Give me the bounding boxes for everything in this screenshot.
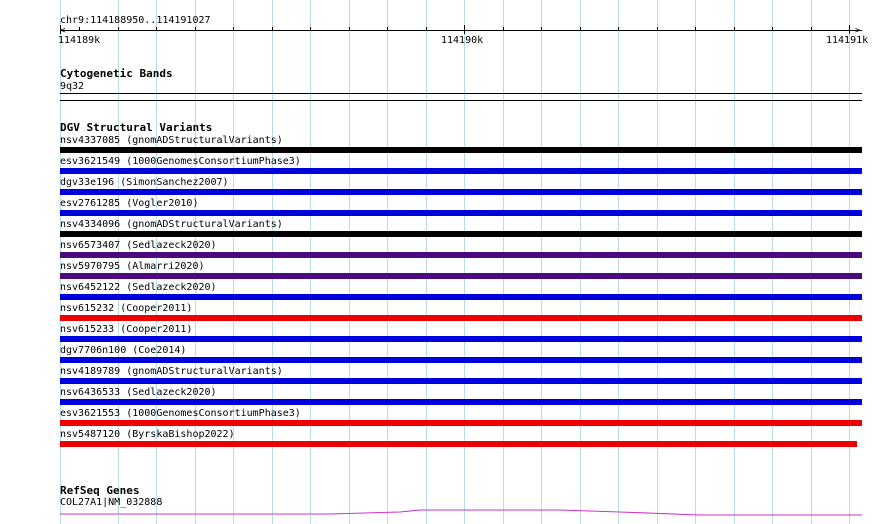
variant-bar[interactable] <box>60 189 862 195</box>
variant-label[interactable]: nsv615233 (Cooper2011) <box>60 324 192 335</box>
ruler-minor-tick <box>272 27 273 31</box>
ruler-major-tick <box>464 25 465 34</box>
variant-label[interactable]: nsv6573407 (Sedlazeck2020) <box>60 240 217 251</box>
variant-label[interactable]: nsv4334096 (gnomADStructuralVariants) <box>60 219 283 230</box>
variant-label[interactable]: nsv4189789 (gnomADStructuralVariants) <box>60 366 283 377</box>
variant-bar[interactable] <box>60 147 862 153</box>
variant-bar[interactable] <box>60 315 862 321</box>
ruler-minor-tick <box>426 27 427 31</box>
ruler-minor-tick <box>233 27 234 31</box>
cytoband-label: 9q32 <box>60 81 85 92</box>
variant-label[interactable]: esv2761285 (Vogler2010) <box>60 198 198 209</box>
variant-label[interactable]: nsv5487120 (ByrskaBishop2022) <box>60 429 235 440</box>
ruler-minor-tick <box>772 27 773 31</box>
variant-label[interactable]: esv3621553 (1000GenomesConsortiumPhase3) <box>60 408 301 419</box>
ruler-minor-tick <box>811 27 812 31</box>
ruler-tick-label-1: 114189k <box>58 35 101 46</box>
ruler-minor-tick <box>310 27 311 31</box>
ruler-line <box>60 30 862 31</box>
ruler-tick-label-3: 114191k <box>826 35 869 46</box>
variant-bar[interactable] <box>60 399 862 405</box>
ruler-minor-tick <box>657 27 658 31</box>
ruler-minor-tick <box>195 27 196 31</box>
variant-label[interactable]: nsv6452122 (Sedlazeck2020) <box>60 282 217 293</box>
variant-bar[interactable] <box>60 336 862 342</box>
variant-bar[interactable] <box>60 231 862 237</box>
ruler-minor-tick <box>118 27 119 31</box>
cytoband-bar-bottom <box>60 100 862 101</box>
ruler-range-label: chr9:114188950..114191027 <box>60 15 211 26</box>
variant-label[interactable]: dgv7706n100 (Coe2014) <box>60 345 186 356</box>
variant-bar[interactable] <box>60 252 862 258</box>
variant-label[interactable]: nsv5970795 (Almarri2020) <box>60 261 205 272</box>
ruler-major-tick <box>849 25 850 34</box>
ruler-minor-tick <box>734 27 735 31</box>
dgv-track-title[interactable]: DGV Structural Variants <box>60 122 212 133</box>
variant-bar[interactable] <box>60 168 862 174</box>
ruler-minor-tick <box>580 27 581 31</box>
ruler-minor-tick <box>695 27 696 31</box>
variant-bar[interactable] <box>60 210 862 216</box>
ruler-tick-label-2: 114190k <box>441 35 484 46</box>
variant-bar[interactable] <box>60 294 862 300</box>
refseq-gene-model[interactable] <box>0 505 890 524</box>
variant-label[interactable]: esv3621549 (1000GenomesConsortiumPhase3) <box>60 156 301 167</box>
variant-label[interactable]: nsv6436533 (Sedlazeck2020) <box>60 387 217 398</box>
ruler-minor-tick <box>156 27 157 31</box>
variant-bar[interactable] <box>60 378 862 384</box>
refseq-track-title[interactable]: RefSeq Genes <box>60 485 139 496</box>
ruler-minor-tick <box>503 27 504 31</box>
ruler-minor-tick <box>349 27 350 31</box>
variant-label[interactable]: nsv4337085 (gnomADStructuralVariants) <box>60 135 283 146</box>
cytoband-track-title[interactable]: Cytogenetic Bands <box>60 68 173 79</box>
ruler-major-tick <box>60 25 61 34</box>
variant-bar[interactable] <box>60 357 862 363</box>
ruler-minor-tick <box>618 27 619 31</box>
variant-bar[interactable] <box>60 420 862 426</box>
ruler-minor-tick <box>387 27 388 31</box>
ruler-minor-tick <box>79 27 80 31</box>
variant-bar[interactable] <box>60 273 862 279</box>
cytoband-bar-top[interactable] <box>60 93 862 94</box>
ruler-minor-tick <box>541 27 542 31</box>
variant-label[interactable]: nsv615232 (Cooper2011) <box>60 303 192 314</box>
variant-bar[interactable] <box>60 441 857 447</box>
variant-label[interactable]: dgv33e196 (SimonSanchez2007) <box>60 177 229 188</box>
